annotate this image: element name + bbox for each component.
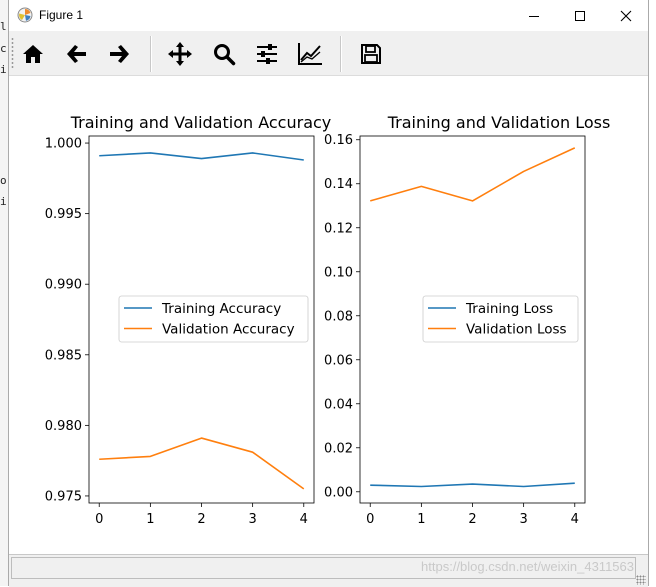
sliders-icon bbox=[255, 42, 279, 66]
plot-area[interactable]: Training and Validation Accuracy 0.975 0.9… bbox=[9, 76, 648, 554]
y-tick-label: 0.06 bbox=[324, 353, 353, 368]
title-bar[interactable]: Figure 1 bbox=[9, 0, 648, 31]
y-tick-label: 0.990 bbox=[45, 278, 82, 293]
floppy-disk-icon bbox=[359, 42, 383, 66]
x-tick-label: 4 bbox=[300, 512, 308, 527]
y-tick-label: 0.02 bbox=[324, 441, 353, 456]
zoom-button[interactable] bbox=[209, 39, 239, 69]
arrow-left-icon bbox=[65, 42, 89, 66]
arrow-right-icon bbox=[107, 42, 131, 66]
window-title: Figure 1 bbox=[39, 8, 83, 22]
legend-label: Training Loss bbox=[465, 301, 553, 317]
x-tick-label: 1 bbox=[417, 512, 425, 527]
background-text: c bbox=[0, 42, 7, 55]
y-tick-label: 0.12 bbox=[324, 221, 353, 236]
background-text: i bbox=[0, 63, 7, 76]
forward-button[interactable] bbox=[104, 39, 134, 69]
chart-panel-2: Training and Validation Loss 0.00 0.02 0.04… bbox=[324, 113, 610, 527]
close-button[interactable] bbox=[603, 0, 649, 31]
y-tick-label: 0.975 bbox=[45, 489, 82, 504]
y-tick-label: 1.000 bbox=[45, 137, 82, 152]
series-line-training bbox=[370, 483, 575, 486]
background-text: o bbox=[0, 174, 7, 187]
status-bar: https://blog.csdn.net/weixin_4311563 bbox=[9, 554, 648, 587]
move-icon bbox=[167, 41, 193, 67]
x-tick-label: 0 bbox=[95, 512, 103, 527]
resize-grip[interactable] bbox=[636, 575, 646, 585]
y-tick-label: 0.16 bbox=[324, 133, 353, 148]
background-editor-strip: l c i o i bbox=[0, 0, 8, 586]
axes-edit-button[interactable] bbox=[295, 39, 325, 69]
pan-button[interactable] bbox=[165, 39, 195, 69]
y-tick-label: 0.14 bbox=[324, 177, 353, 192]
legend-label: Validation Accuracy bbox=[162, 322, 295, 338]
x-tick-label: 4 bbox=[571, 512, 579, 527]
figure-window: Figure 1 bbox=[8, 0, 649, 586]
y-tick-label: 0.985 bbox=[45, 348, 82, 363]
y-tick-label: 0.00 bbox=[324, 485, 353, 500]
x-tick-label: 0 bbox=[366, 512, 374, 527]
navigation-toolbar bbox=[9, 31, 648, 76]
x-tick-label: 2 bbox=[197, 512, 205, 527]
figure-canvas[interactable]: Training and Validation Accuracy 0.975 0.9… bbox=[9, 76, 648, 554]
background-text: l bbox=[0, 20, 7, 33]
x-tick-label: 1 bbox=[146, 512, 154, 527]
y-tick-label: 0.08 bbox=[324, 309, 353, 324]
subplots-button[interactable] bbox=[252, 39, 282, 69]
y-tick-label: 0.995 bbox=[45, 207, 82, 222]
maximize-button[interactable] bbox=[557, 0, 603, 31]
toolbar-separator bbox=[340, 36, 342, 72]
toolbar-separator bbox=[150, 36, 152, 72]
legend: Training Accuracy Validation Accuracy bbox=[119, 296, 308, 342]
chart-title: Training and Validation Accuracy bbox=[70, 113, 332, 132]
y-tick-label: 0.04 bbox=[324, 397, 353, 412]
watermark-text: https://blog.csdn.net/weixin_4311563 bbox=[421, 559, 634, 574]
line-chart-icon bbox=[297, 42, 323, 66]
series-line-validation bbox=[99, 438, 304, 489]
maximize-icon bbox=[574, 10, 586, 22]
y-tick-label: 0.980 bbox=[45, 419, 82, 434]
matplotlib-icon bbox=[17, 7, 33, 23]
legend-label: Validation Loss bbox=[466, 322, 567, 338]
minimize-icon bbox=[528, 10, 540, 22]
y-tick-label: 0.10 bbox=[324, 265, 353, 280]
legend: Training Loss Validation Loss bbox=[423, 296, 578, 342]
x-tick-label: 2 bbox=[468, 512, 476, 527]
background-text: i bbox=[0, 195, 7, 208]
chart-panel-1: Training and Validation Accuracy 0.975 0.9… bbox=[45, 113, 331, 527]
magnifier-icon bbox=[212, 42, 236, 66]
chart-title: Training and Validation Loss bbox=[387, 113, 611, 132]
home-icon bbox=[21, 42, 45, 66]
legend-label: Training Accuracy bbox=[161, 301, 281, 317]
close-icon bbox=[620, 10, 632, 22]
x-tick-label: 3 bbox=[248, 512, 256, 527]
series-line-training bbox=[99, 153, 304, 160]
x-tick-label: 3 bbox=[519, 512, 527, 527]
home-button[interactable] bbox=[18, 39, 48, 69]
save-button[interactable] bbox=[356, 39, 386, 69]
series-line-validation bbox=[370, 148, 575, 201]
back-button[interactable] bbox=[62, 39, 92, 69]
minimize-button[interactable] bbox=[511, 0, 557, 31]
toolbar-grip[interactable] bbox=[11, 37, 14, 69]
